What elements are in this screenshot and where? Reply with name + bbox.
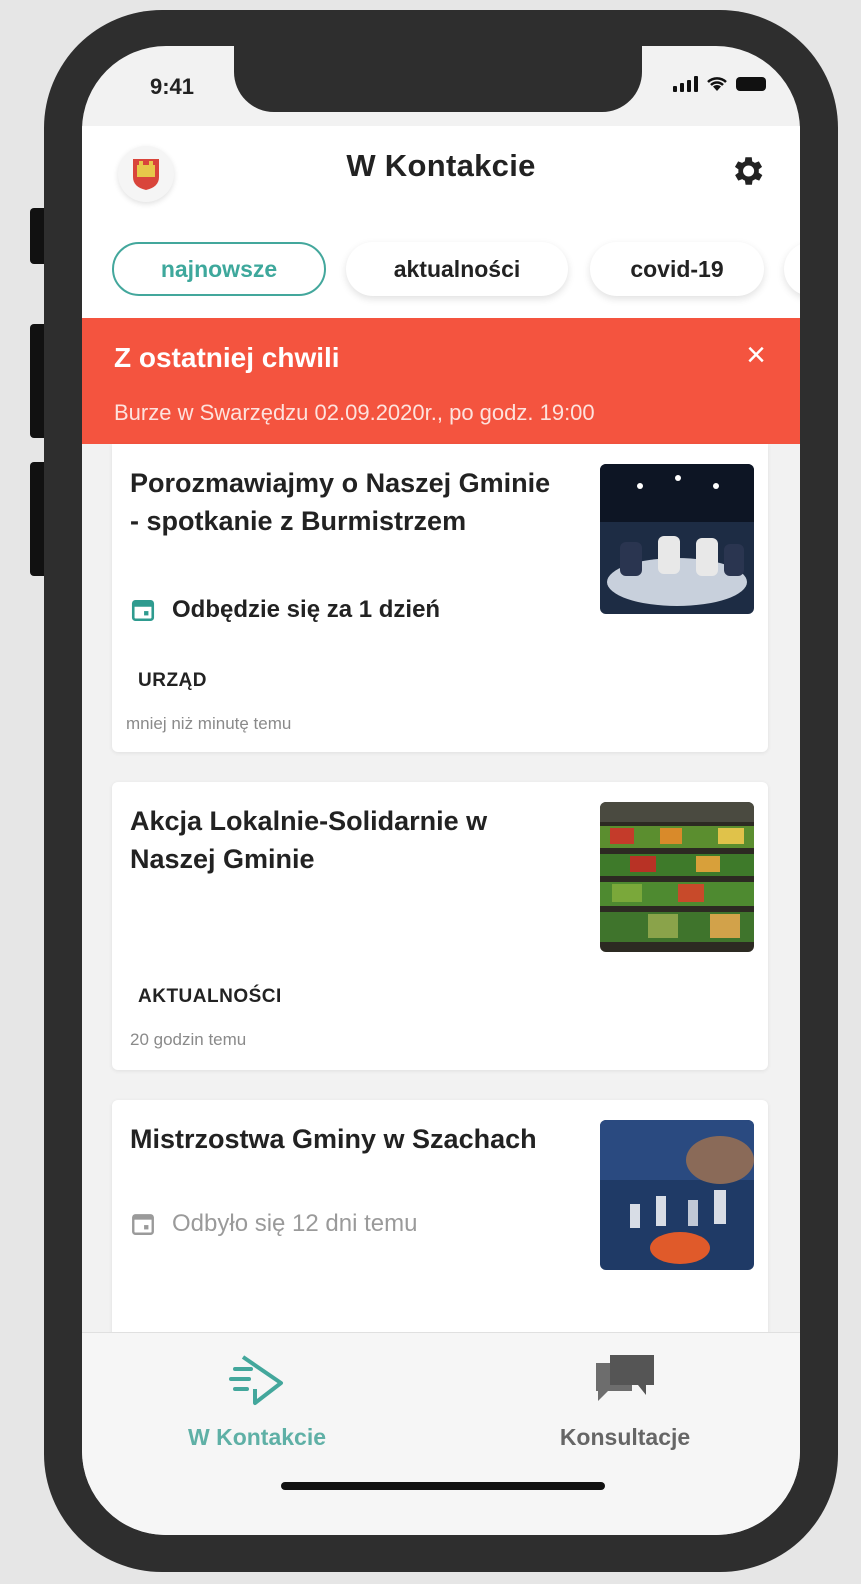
calendar-icon	[131, 600, 155, 622]
news-card[interactable]: Porozmawiajmy o Naszej Gminie - spotkani…	[112, 444, 768, 752]
card-title: Mistrzostwa Gminy w Szachach	[130, 1124, 537, 1154]
mute-switch	[30, 208, 44, 264]
card-title: Akcja Lokalnie-Solidarnie w Naszej Gmini…	[130, 806, 488, 874]
volume-up-button	[30, 324, 44, 438]
breaking-news-banner[interactable]: Z ostatniej chwili × Burze w Swarzędzu 0…	[82, 318, 800, 444]
card-category: AKTUALNOŚCI	[138, 986, 282, 1007]
nav-konsultacje[interactable]: Konsultacje	[500, 1351, 750, 1451]
event-text: Odbędzie się za 1 dzień	[172, 596, 441, 623]
tab-more[interactable]	[784, 242, 800, 296]
chess-photo	[600, 1120, 754, 1270]
phone-frame: 9:41 W Kontakcie najnowsze aktualności c…	[44, 10, 838, 1572]
card-category: URZĄD	[138, 670, 207, 691]
volume-down-button	[30, 462, 44, 576]
alert-text: Burze w Swarzędzu 02.09.2020r., po godz.…	[114, 400, 595, 425]
news-card[interactable]: Mistrzostwa Gminy w Szachach Odbyło się …	[112, 1100, 768, 1360]
card-time: mniej niż minutę temu	[126, 714, 292, 733]
alert-title: Z ostatniej chwili	[114, 342, 340, 373]
app-screen: 9:41 W Kontakcie najnowsze aktualności c…	[82, 46, 800, 1535]
megaphone-icon	[229, 1355, 283, 1405]
close-icon[interactable]: ×	[746, 336, 766, 375]
category-tabs: najnowsze aktualności covid-19	[82, 230, 800, 320]
nav-w-kontakcie[interactable]: W Kontakcie	[132, 1351, 382, 1451]
battery-icon	[736, 77, 766, 91]
gear-icon[interactable]	[728, 152, 766, 190]
calendar-icon	[132, 1214, 154, 1235]
page-title: W Kontakcie	[346, 148, 536, 183]
nav-label: Konsultacje	[559, 1424, 691, 1450]
tab-aktualnosci[interactable]: aktualności	[346, 242, 568, 296]
status-icons	[673, 76, 766, 92]
card-title: Porozmawiajmy o Naszej Gminie - spotkani…	[130, 468, 551, 536]
notch	[234, 46, 642, 112]
bottom-navigation: W Kontakcie Konsultacje	[82, 1332, 800, 1535]
event-date: Odbędzie się za 1 dzień	[130, 596, 440, 624]
wifi-icon	[707, 77, 727, 91]
event-date: Odbyło się 12 dni temu	[130, 1210, 417, 1238]
chat-bubbles-icon	[596, 1355, 654, 1401]
app-header: W Kontakcie	[82, 126, 800, 230]
news-card[interactable]: Akcja Lokalnie-Solidarnie w Naszej Gmini…	[112, 782, 768, 1070]
signal-icon	[673, 76, 698, 92]
status-time: 9:41	[150, 74, 195, 99]
nav-label: W Kontakcie	[187, 1424, 327, 1450]
tab-covid-19[interactable]: covid-19	[590, 242, 764, 296]
event-text: Odbyło się 12 dni temu	[172, 1210, 418, 1237]
card-time: 20 godzin temu	[130, 1030, 247, 1049]
home-indicator	[281, 1482, 605, 1490]
meeting-photo	[600, 464, 754, 614]
tab-najnowsze[interactable]: najnowsze	[112, 242, 326, 296]
vegetables-photo	[600, 802, 754, 952]
